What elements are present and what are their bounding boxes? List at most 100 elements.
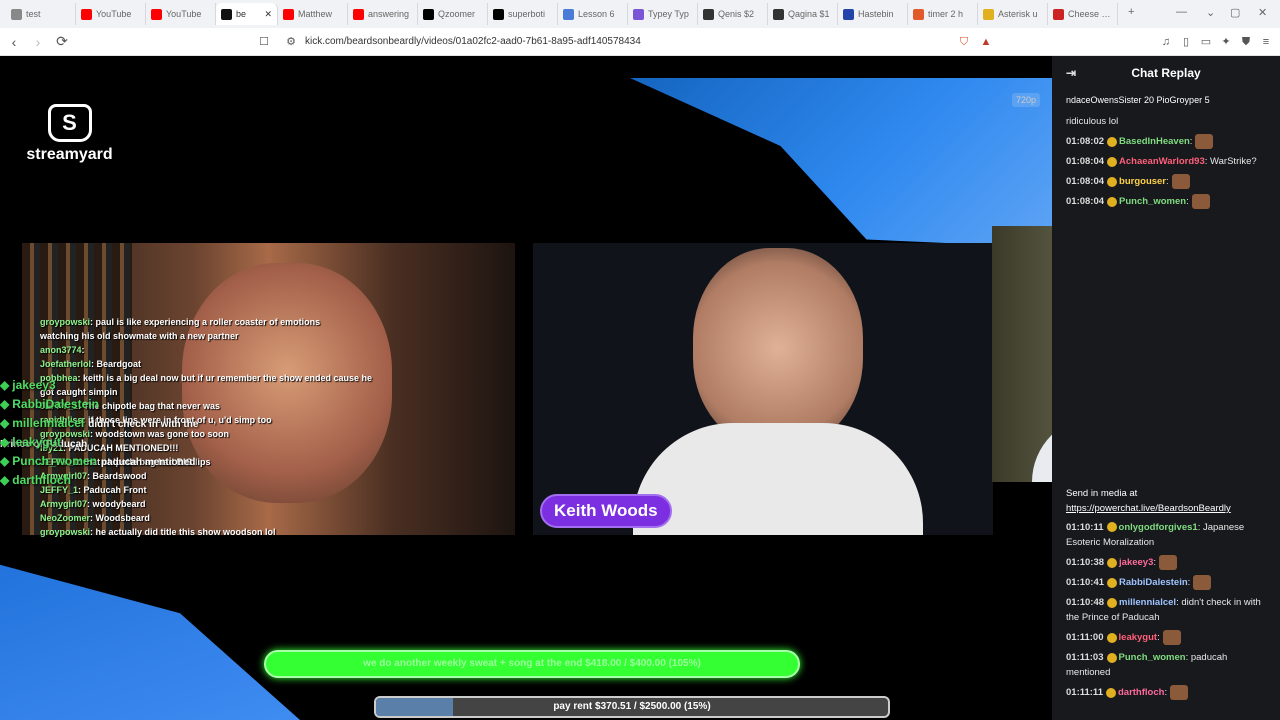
chat-text: : xyxy=(1166,176,1169,188)
sidebar-icon[interactable]: ▯ xyxy=(1180,36,1192,48)
url-field[interactable]: kick.com/beardsonbeardly/videos/01a02fc2… xyxy=(305,36,641,47)
browser-tab[interactable]: Lesson 6 xyxy=(558,3,628,25)
browser-tab-strip: test YouTube YouTube be ✕ Matthew answering Qzo… xyxy=(0,0,1280,28)
tab-label: answering xyxy=(368,9,410,19)
chat-username[interactable]: jakeey3 xyxy=(1119,557,1153,568)
close-tab-icon[interactable]: ✕ xyxy=(264,9,272,20)
browser-tab[interactable]: Asterisk u xyxy=(978,3,1048,25)
maximize-icon[interactable]: ▢ xyxy=(1230,6,1240,19)
chat-username[interactable]: AchaeanWarlord93 xyxy=(1119,156,1205,167)
tab-label: be xyxy=(236,9,247,19)
recent-chatter-text: paducah mentioned xyxy=(100,457,196,468)
browser-tab[interactable]: Qenis $2 xyxy=(698,3,768,25)
site-info-icon[interactable]: ⚙ xyxy=(285,36,297,48)
overlay-chat-user: anon3774 xyxy=(40,345,82,355)
chat-username[interactable]: leakygut xyxy=(1119,632,1158,643)
chat-username[interactable]: darthfloch xyxy=(1118,687,1164,698)
decorative-blue-band xyxy=(630,78,1052,248)
recent-chatter-name: millennialcel xyxy=(12,416,85,430)
shopping-bag-icon: S xyxy=(47,104,92,142)
chat-title: Chat Replay xyxy=(1131,66,1201,80)
chat-message: 01:08:04 AchaeanWarlord93: WarStrike? xyxy=(1052,152,1280,172)
extensions-icon[interactable]: ✦ xyxy=(1220,36,1232,48)
emote-icon xyxy=(1171,174,1190,190)
browser-tab[interactable]: be ✕ xyxy=(216,3,278,25)
chat-header: ⇥ Chat Replay xyxy=(1052,56,1280,90)
browser-tab[interactable]: Qagina $1 xyxy=(768,3,838,25)
minimize-icon[interactable]: — xyxy=(1176,6,1187,18)
browser-tab[interactable]: Qzoomer xyxy=(418,3,488,25)
video-player[interactable]: 720p S streamyard Keith Woods groypowski… xyxy=(0,56,1052,720)
close-window-icon[interactable]: ✕ xyxy=(1258,6,1267,19)
streamyard-logo: S streamyard xyxy=(22,104,117,164)
brave-shield-icon[interactable]: ⛉ xyxy=(958,36,970,48)
overlay-chat-text: : Beardgoat xyxy=(91,359,142,369)
weekly-goal-bar: we do another weekly sweat + song at the… xyxy=(264,650,800,678)
guest-face xyxy=(693,248,863,448)
forward-icon[interactable]: › xyxy=(28,34,48,50)
browser-tab[interactable]: Typey Typ xyxy=(628,3,698,25)
chat-message: 01:08:04 Punch_women: xyxy=(1052,192,1280,212)
rewards-icon[interactable]: ▲ xyxy=(980,36,992,48)
youtube-icon xyxy=(151,8,162,20)
chat-username[interactable]: Punch_women xyxy=(1119,652,1186,663)
recent-chatter: ◆ jakeey3 xyxy=(0,376,200,395)
overlay-chat-user: Armygirl07 xyxy=(40,499,88,509)
tab-label: Qenis $2 xyxy=(718,9,755,19)
chat-message: 01:10:48 millennialcel: didn't check in w… xyxy=(1052,593,1280,628)
chat-timestamp: 01:11:00 xyxy=(1066,632,1104,644)
tab-label: YouTube xyxy=(166,9,202,19)
overlay-chat-line: groypowski: he actually did title this s… xyxy=(40,525,500,539)
browser-tab[interactable]: YouTube xyxy=(76,3,146,25)
app-icon xyxy=(703,8,714,20)
overlay-chat-text: watching his old showmate with a new par… xyxy=(40,331,239,341)
browser-tab[interactable]: test xyxy=(6,3,76,25)
browser-tab[interactable]: answering xyxy=(348,3,418,25)
browser-tab[interactable]: Hastebin xyxy=(838,3,908,25)
menu-icon[interactable]: ≡ xyxy=(1260,36,1272,48)
media-icon[interactable]: ♫ xyxy=(1160,36,1172,48)
back-icon[interactable]: ‹ xyxy=(4,34,24,50)
kick-diamond-icon: ◆ xyxy=(0,378,10,392)
browser-tab[interactable]: superboti xyxy=(488,3,558,25)
chat-text: : xyxy=(1164,687,1168,699)
chat-username[interactable]: burgouser xyxy=(1119,176,1166,187)
chat-username[interactable]: RabbiDalestein xyxy=(1119,577,1188,588)
recent-chatter-name: Punch_women xyxy=(12,454,97,468)
chat-username[interactable]: BasedInHeaven xyxy=(1119,136,1190,147)
rent-goal-bar: pay rent $370.51 / $2500.00 (15%) xyxy=(374,696,890,718)
overlay-chat-line: Armygirl07: woodybeard xyxy=(40,497,500,511)
overlay-chat-text: : Woodsbeard xyxy=(90,513,150,523)
wallet-icon[interactable]: ▭ xyxy=(1200,36,1212,48)
new-tab-plus-icon[interactable]: + xyxy=(1128,6,1134,18)
vpn-icon[interactable]: ⛊ xyxy=(1240,36,1252,48)
overlay-chat-line: NeoZoomer: Woodsbeard xyxy=(40,511,500,525)
chat-username[interactable]: Punch_women xyxy=(1119,196,1186,207)
chat-username[interactable]: millennialcel xyxy=(1119,597,1176,608)
recent-chatter-name: leakygut xyxy=(12,435,61,449)
browser-tab[interactable]: Matthew xyxy=(278,3,348,25)
chat-message: 01:10:41 RabbiDalestein: xyxy=(1052,573,1280,593)
reload-icon[interactable]: ⟳ xyxy=(52,33,72,50)
kick-diamond-icon: ◆ xyxy=(0,473,10,487)
browser-tab[interactable]: timer 2 h xyxy=(908,3,978,25)
overlay-chat-line: watching his old showmate with a new par… xyxy=(40,329,500,343)
tab-label: timer 2 h xyxy=(928,9,964,19)
youtube-icon xyxy=(283,8,294,20)
bookmark-icon[interactable]: ☐ xyxy=(258,36,270,48)
tab-search-icon[interactable]: ⌄ xyxy=(1206,6,1215,19)
browser-tab[interactable]: YouTube xyxy=(146,3,216,25)
decorative-blue-wave xyxy=(0,564,300,720)
chat-message: 01:11:11 darthfloch: xyxy=(1052,683,1280,703)
chat-message: 01:08:04 burgouser: xyxy=(1052,172,1280,192)
quality-badge[interactable]: 720p xyxy=(1012,93,1041,107)
chat-text: : WarStrike? xyxy=(1204,156,1257,168)
overlay-chat-text: : woodybeard xyxy=(87,499,146,509)
overlay-chat-text: : he actually did title this show woodso… xyxy=(90,527,276,537)
chat-text: : xyxy=(1187,577,1191,589)
chat-username[interactable]: onlygodforgives1 xyxy=(1119,522,1198,533)
browser-tab[interactable]: Cheese Ch xyxy=(1048,3,1118,25)
powerchat-link[interactable]: https://powerchat.live/BeardsonBeardly xyxy=(1066,503,1231,514)
collapse-chat-icon[interactable]: ⇥ xyxy=(1066,66,1076,80)
tab-label: test xyxy=(26,9,41,19)
